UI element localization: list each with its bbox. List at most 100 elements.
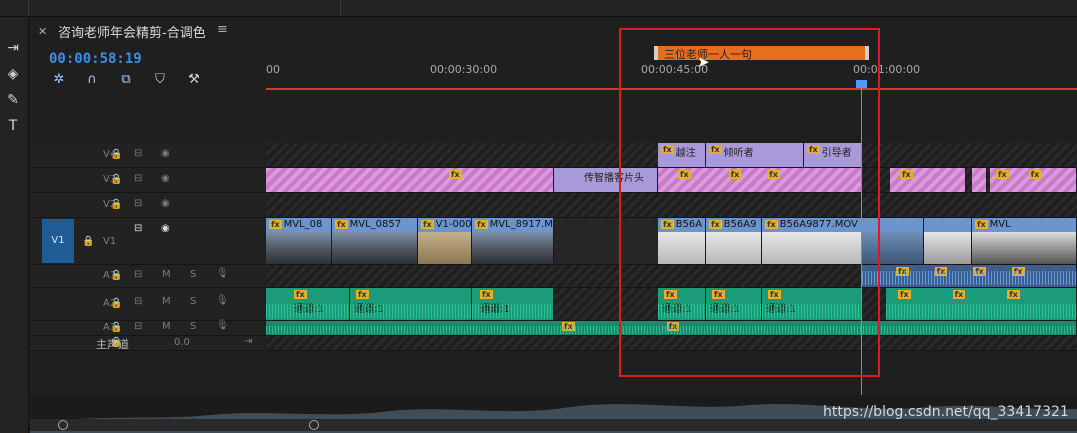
fx-badge: fx [421,220,434,229]
mute-button[interactable]: M [162,296,171,307]
eye-icon[interactable]: ◉ [161,148,170,159]
fx-badge: fx [269,220,282,229]
hamburger-icon[interactable]: ≡ [217,22,228,37]
track-name: V4 [103,149,117,160]
audio-clip[interactable]: fx通道:1 [350,288,472,320]
clip-thumbnail [266,232,331,264]
eye-icon[interactable]: ◉ [161,173,170,184]
video-clip[interactable]: fx MVL_0857 [332,218,418,264]
snap-magnet-icon[interactable]: ∩ [83,72,101,90]
audio-clip[interactable]: fx通道:1 [472,288,554,320]
track-header-a3[interactable]: 🔒 A3 ⊟ M S 🎙 [30,320,265,336]
track-name: V2 [103,199,117,210]
audio-waveform [350,304,471,318]
track-header-a1[interactable]: 🔒 A1 ⊟ M S 🎙 [30,265,265,288]
tools-panel: ⇥ ◈ ✎ T [0,17,29,433]
video-clip[interactable] [924,218,972,264]
track-header-master[interactable]: 🔒 主声道 0.0 ⇥ [30,336,265,351]
horizontal-scrollbar[interactable] [30,419,1077,431]
sync-lock-icon[interactable]: ⊟ [134,198,142,209]
microphone-icon[interactable]: 🎙 [216,268,229,279]
pen-icon[interactable]: ✎ [2,89,24,111]
microphone-icon[interactable]: 🎙 [216,295,229,306]
audio-clip[interactable]: fxfxfxfx [862,265,1077,287]
track-header-v2[interactable]: 🔒 V2 ⊟ ◉ [30,193,265,218]
fx-badge: fx [480,290,493,299]
video-clip[interactable]: fx V1-000 [418,218,472,264]
fx-badge: fx [449,170,462,179]
add-marker-icon[interactable]: ⛉ [151,72,169,90]
nested-clip[interactable]: fx fx [990,168,1077,192]
nested-clip[interactable]: fx [266,168,554,192]
panel-segment [342,0,1077,16]
sync-lock-icon[interactable]: ⊟ [134,223,142,234]
clip-thumbnail [332,232,417,264]
track-select-icon[interactable]: ⇥ [2,37,24,59]
mute-button[interactable]: M [162,321,171,332]
video-clip[interactable]: fx MVL_08 [266,218,332,264]
sync-lock-icon[interactable]: ⊟ [134,296,142,307]
video-clip[interactable]: fx MVL [972,218,1077,264]
solo-button[interactable]: S [190,269,196,280]
fx-badge: fx [900,170,913,179]
type-tool-icon[interactable]: T [2,115,24,137]
fx-badge: fx [294,290,307,299]
clip-thumbnail [924,232,971,264]
eye-icon[interactable]: ◉ [161,223,170,234]
fx-badge: fx [475,220,488,229]
video-clip[interactable]: fx MVL_8917.MC [472,218,554,264]
fx-badge: fx [898,290,911,299]
wrench-settings-icon[interactable]: ⚒ [185,72,203,90]
track-name: A2 [103,298,117,309]
mute-button[interactable]: M [162,269,171,280]
razor-icon[interactable]: ◈ [2,63,24,85]
fx-badge: fx [335,220,348,229]
audio-waveform [886,304,1076,318]
ruler-tick-label: 00:00:30:00 [430,63,498,76]
scroll-handle-right[interactable] [309,420,319,430]
track-name: V1 [103,236,117,247]
clip-thumbnail [472,232,553,264]
track-header-a2[interactable]: 🔒 A2 ⊟ M S 🎙 [30,288,265,321]
track-header-v3[interactable]: 🔒 V3 ⊟ ◉ [30,168,265,193]
top-panel-strip [0,0,1077,17]
microphone-icon[interactable]: 🎙 [216,320,229,331]
watermark-text: https://blog.csdn.net/qq_33417321 [823,404,1069,420]
sync-lock-icon[interactable]: ⊟ [134,173,142,184]
fx-badge: fx [996,170,1009,179]
audio-clip[interactable]: fx fx fx [886,288,1077,320]
nested-clip[interactable] [972,168,987,192]
fx-badge: fx [952,290,966,299]
sync-lock-icon[interactable]: ⊟ [134,148,142,159]
source-patch-v1[interactable]: V1 [42,219,74,263]
eye-icon[interactable]: ◉ [161,198,170,209]
audio-clip[interactable]: fx通道:1 [266,288,350,320]
sync-lock-icon[interactable]: ⊟ [134,321,142,332]
panel-segment [0,0,29,16]
go-to-end-icon[interactable]: ⇥ [244,336,252,347]
audio-waveform [472,304,553,318]
track-header-v4[interactable]: 🔒 V4 ⊟ ◉ [30,143,265,168]
ruler-tick-label: 00 [266,63,280,76]
linked-selection-icon[interactable]: ⧉ [117,72,135,90]
sync-lock-icon[interactable]: ⊟ [134,269,142,280]
close-icon[interactable]: ✕ [38,25,47,38]
track-name: 主声道 [96,338,129,351]
scroll-handle-left[interactable] [58,420,68,430]
clip-thumbnail [972,232,1076,264]
track-name: V3 [103,174,117,185]
playhead-timecode[interactable]: 00:00:58:19 [49,51,142,67]
solo-button[interactable]: S [190,321,196,332]
solo-button[interactable]: S [190,296,196,307]
lock-icon[interactable]: 🔒 [82,236,94,247]
fx-badge: fx [975,220,988,229]
fx-badge: fx [356,290,369,299]
master-volume-value[interactable]: 0.0 [174,337,190,348]
nest-toggle-icon[interactable]: ✲ [50,72,68,90]
audio-waveform [266,304,349,318]
sequence-tab-title[interactable]: 咨询老师年会精剪-合调色 [58,22,206,41]
nested-clip[interactable]: fx [890,168,966,192]
fx-badge: fx [1028,170,1042,179]
track-name: A3 [103,322,117,333]
highlight-annotation-box [619,28,880,377]
